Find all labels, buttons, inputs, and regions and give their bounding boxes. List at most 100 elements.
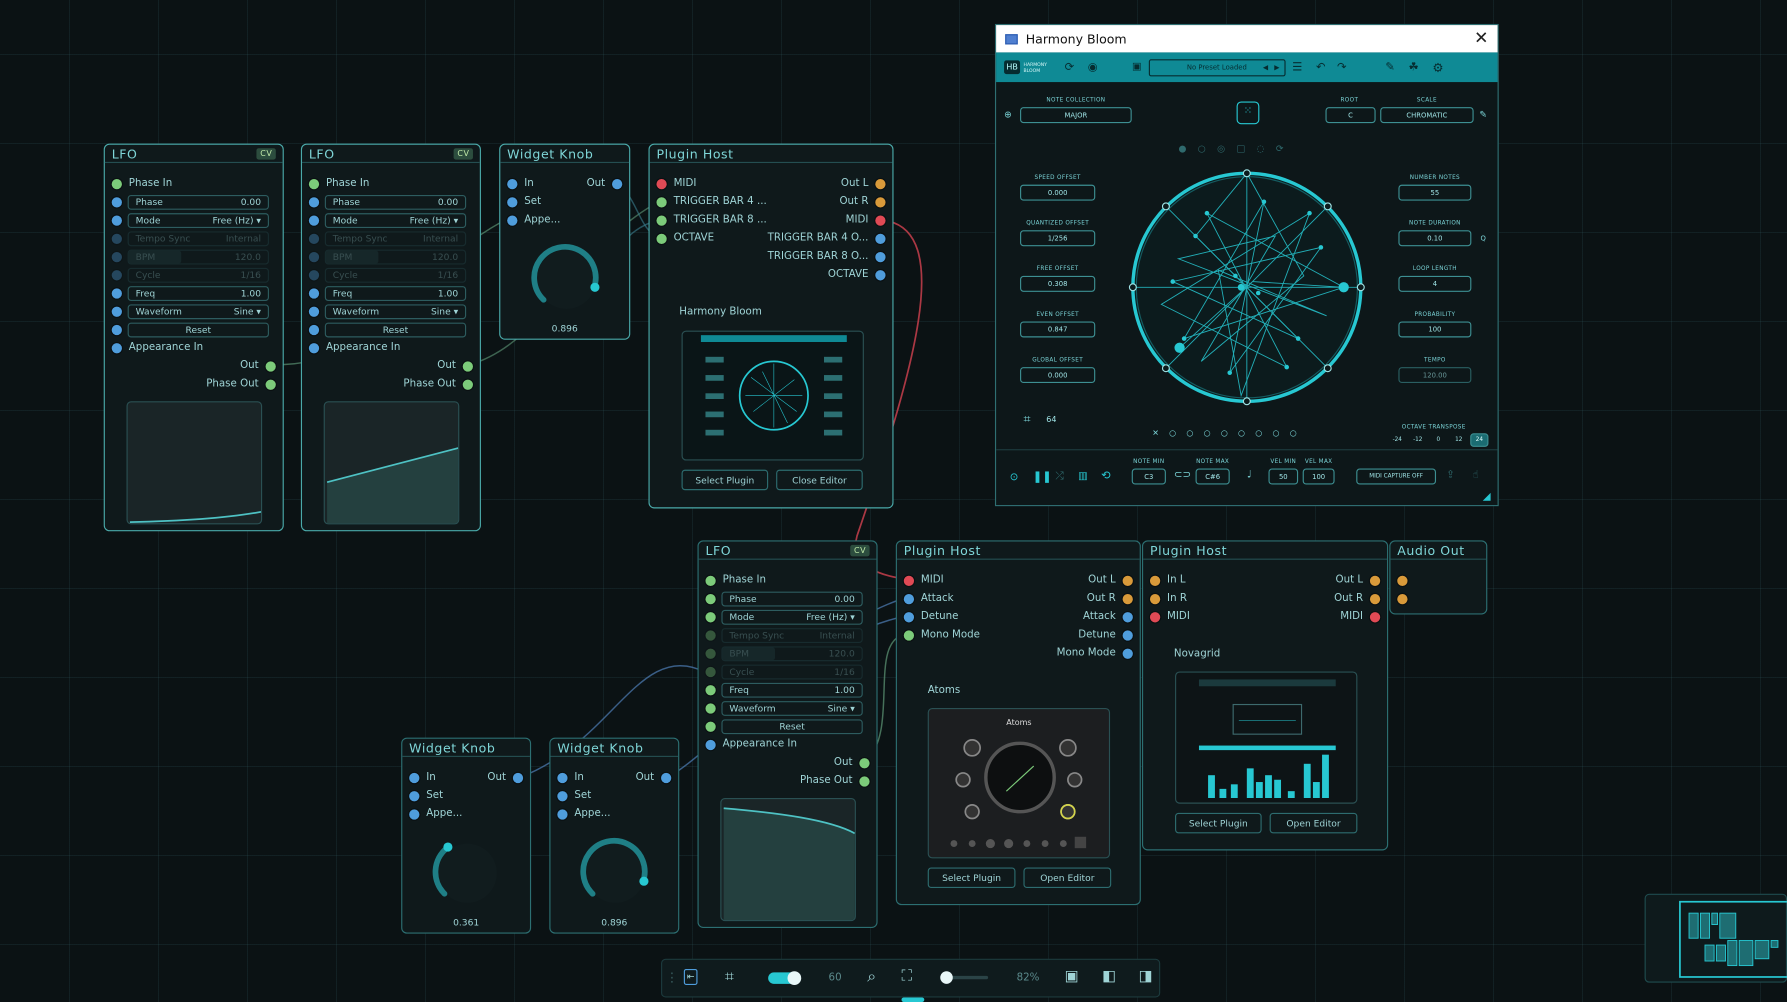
grid-snap-icon[interactable]: ⌗ [725,968,734,986]
port-dot[interactable] [507,214,518,226]
port-dot[interactable] [705,575,716,586]
loop-icon[interactable]: ⟲ [1101,470,1111,483]
port-dot[interactable] [308,233,320,244]
midi-port[interactable]: MIDI Out L [656,176,886,192]
mono-mode-port[interactable]: Mono Mode Detune [903,627,1133,643]
port-dot[interactable] [507,196,518,207]
pattern-selector[interactable]: ●○◎□◌⟳ [1178,144,1294,154]
node-canvas[interactable]: LFO CV Phase In Phase 0.00 Mode Free (Hz) ▾… [0,0,1787,1002]
drag-midi-icon[interactable]: ☝ [1472,470,1478,481]
export-icon[interactable]: ⇪ [1446,470,1455,481]
minimap[interactable] [1644,893,1787,983]
preset-selector[interactable]: No Preset Loaded ◀ ▶ [1148,58,1286,76]
mode-select[interactable]: Mode Free (Hz) ▾ [721,609,863,625]
transpose-option[interactable]: -24 [1388,433,1406,447]
transpose-option[interactable]: 0 [1429,433,1447,447]
piano-icon[interactable]: ▥ [1078,471,1088,482]
trigger4-port[interactable]: TRIGGER BAR 4 ... Out R [656,194,886,210]
node-title[interactable]: LFO CV [104,145,283,164]
edit-icon[interactable]: ✎ [1479,109,1487,119]
cycle-field[interactable]: Cycle 1/16 [127,267,269,283]
midi-port[interactable]: MIDI Out L [903,572,1133,588]
node-title[interactable]: Plugin Host [649,145,893,164]
port-dot[interactable] [462,379,473,390]
port-dot[interactable] [111,342,122,353]
save-icon[interactable]: ▣ [1132,62,1142,73]
audio-out-node[interactable]: Audio Out [1389,540,1488,615]
port-dot[interactable] [1369,575,1381,586]
note-duration-field[interactable]: 0.10 [1398,230,1472,247]
node-title[interactable]: Widget Knob [402,739,530,757]
port-dot[interactable] [705,648,716,659]
node-title[interactable]: Widget Knob [550,739,679,757]
knob-dial[interactable] [530,243,603,316]
tempo-sync-select[interactable]: Tempo Sync Internal [127,231,269,247]
attack-port[interactable]: Attack Out R [903,591,1133,607]
plugin-host-node-2[interactable]: Plugin Host MIDI Out L Attack Out R Detune… [895,540,1141,906]
port-dot[interactable] [1122,629,1133,641]
link-icon[interactable]: ⊂⊃ [1174,470,1191,481]
port-dot[interactable] [265,360,276,372]
waveform-select[interactable]: Waveform Sine ▾ [324,304,467,320]
harmony-bloom-window[interactable]: Harmony Bloom ✕ HB HARMONY BLOOM ⟳ ◉ ▣ N… [994,23,1499,507]
appearance-in-port[interactable]: Appearance In [111,340,276,356]
port-dot[interactable] [1369,593,1381,604]
port-dot[interactable] [903,593,915,604]
out-port[interactable]: Out [705,755,870,771]
sidebar-toggle-icon[interactable]: ⇤ [683,969,698,985]
node-title[interactable]: Audio Out [1390,542,1487,560]
select-plugin-button[interactable]: Select Plugin [1175,812,1262,834]
port-dot[interactable] [656,233,667,244]
even-offset-field[interactable]: 0.847 [1020,321,1096,338]
phase-field[interactable]: Phase 0.00 [324,194,467,210]
tempo-field[interactable]: 120.00 [1398,367,1472,384]
redo-icon[interactable]: ↷ [1337,61,1347,74]
port-dot[interactable] [308,342,320,353]
freq-field[interactable]: Freq 1.00 [721,682,863,698]
menu-icon[interactable]: ☰ [1292,61,1302,74]
reset-button[interactable]: Reset [324,322,467,338]
transpose-option-active[interactable]: 24 [1470,433,1489,447]
port-dot[interactable] [111,306,122,317]
port-dot[interactable] [308,287,320,299]
reset-button[interactable]: Reset [127,322,269,338]
port-dot[interactable] [557,808,568,820]
close-window-button[interactable]: ✕ [1474,27,1488,48]
out-port[interactable]: Out [309,358,473,374]
set-port[interactable]: Set [507,194,622,210]
waveform-select[interactable]: Waveform Sine ▾ [127,304,269,320]
port-dot[interactable] [705,611,716,622]
port-dot[interactable] [859,775,870,787]
port-dot[interactable] [1149,611,1161,622]
port-dot[interactable] [409,808,420,820]
record-icon[interactable]: ⊙ [1010,472,1019,483]
port-dot[interactable] [1122,575,1133,586]
lfo-node-3[interactable]: LFO CV Phase In Phase 0.00 Mode Free (Hz) ▾… [697,540,878,928]
out-port-dot[interactable] [661,772,672,783]
slider-thumb[interactable] [940,971,953,984]
number-notes-field[interactable]: 55 [1398,184,1472,201]
port-dot[interactable] [656,178,667,189]
appearance-in-port[interactable]: Appearance In [308,340,473,356]
port-dot[interactable] [875,233,886,244]
in-port[interactable]: In Out [507,176,623,192]
next-preset-icon[interactable]: ▶ [1274,63,1279,71]
bpm-field[interactable]: BPM 120.0 [127,249,269,265]
eye-icon[interactable]: ◉ [1088,61,1098,74]
select-plugin-button[interactable]: Select Plugin [681,469,769,491]
port-dot[interactable] [111,233,122,244]
port-dot[interactable] [111,196,122,207]
pause-icon[interactable]: ❚❚ [1033,471,1052,484]
midi-port[interactable]: MIDI MIDI [1149,609,1381,625]
appearance-port[interactable]: Appe... [507,212,622,228]
global-offset-field[interactable]: 0.000 [1020,367,1096,384]
detune-port[interactable]: Detune Attack [903,609,1133,625]
port-dot[interactable] [875,214,886,226]
port-dot[interactable] [875,196,886,207]
port-dot[interactable] [903,611,915,622]
port-dot[interactable] [875,178,886,189]
port-dot[interactable] [111,214,122,226]
widget-knob-node-3[interactable]: Widget Knob In Out Set Appe... 0.896 [549,737,680,934]
port-dot[interactable] [705,721,716,732]
probability-field[interactable]: 100 [1398,321,1472,338]
